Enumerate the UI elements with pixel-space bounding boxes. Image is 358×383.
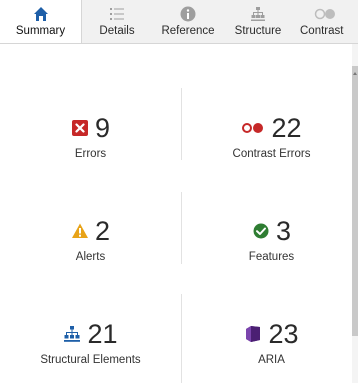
alerts-summary[interactable]: 2 Alerts — [0, 214, 181, 274]
contrast-errors-count: 22 — [271, 113, 302, 143]
list-icon — [109, 6, 125, 22]
tab-label: Contrast — [300, 25, 344, 37]
errors-count: 9 — [94, 113, 111, 143]
scroll-up-icon[interactable] — [353, 72, 357, 75]
features-label: Features — [248, 251, 295, 263]
errors-summary[interactable]: 9 Errors — [0, 111, 181, 171]
tab-label: Structure — [234, 25, 282, 37]
scrollbar-thumb[interactable] — [352, 66, 358, 336]
home-icon — [33, 6, 49, 22]
alerts-count: 2 — [94, 216, 111, 246]
tab-label: Details — [99, 25, 135, 37]
aria-label: ARIA — [258, 354, 285, 366]
structural-elements-count: 21 — [87, 319, 118, 349]
structural-elements-label: Structural Elements — [40, 354, 141, 366]
aria-count: 23 — [268, 319, 299, 349]
tab-label: Summary — [15, 25, 66, 37]
tab-contrast[interactable]: Contrast — [292, 0, 358, 43]
features-count: 3 — [275, 216, 292, 246]
tab-bar: Summary Details Reference Structure Cont… — [0, 0, 358, 44]
error-x-icon — [71, 119, 89, 137]
tab-summary[interactable]: Summary — [0, 0, 82, 43]
scrollbar[interactable] — [352, 44, 358, 383]
summary-panel: 9 Errors 22 Contrast Errors 2 Alerts 3 F… — [0, 44, 352, 383]
alerts-label: Alerts — [75, 251, 106, 263]
hierarchy-icon — [250, 6, 266, 22]
contrast-icon — [314, 6, 336, 22]
tab-reference[interactable]: Reference — [152, 0, 224, 43]
contrast-errors-label: Contrast Errors — [232, 148, 311, 160]
tab-details[interactable]: Details — [82, 0, 152, 43]
info-icon — [180, 6, 196, 22]
errors-label: Errors — [74, 148, 107, 160]
aria-summary[interactable]: 23 ARIA — [181, 317, 358, 377]
contrast-error-icon — [241, 119, 265, 137]
structure-icon — [63, 325, 81, 343]
structural-elements-summary[interactable]: 21 Structural Elements — [0, 317, 181, 377]
contrast-errors-summary[interactable]: 22 Contrast Errors — [181, 111, 358, 171]
feature-check-icon — [252, 222, 270, 240]
tab-label: Reference — [161, 25, 215, 37]
aria-cube-icon — [244, 325, 262, 343]
tab-structure[interactable]: Structure — [224, 0, 292, 43]
alert-triangle-icon — [71, 222, 89, 240]
features-summary[interactable]: 3 Features — [181, 214, 358, 274]
